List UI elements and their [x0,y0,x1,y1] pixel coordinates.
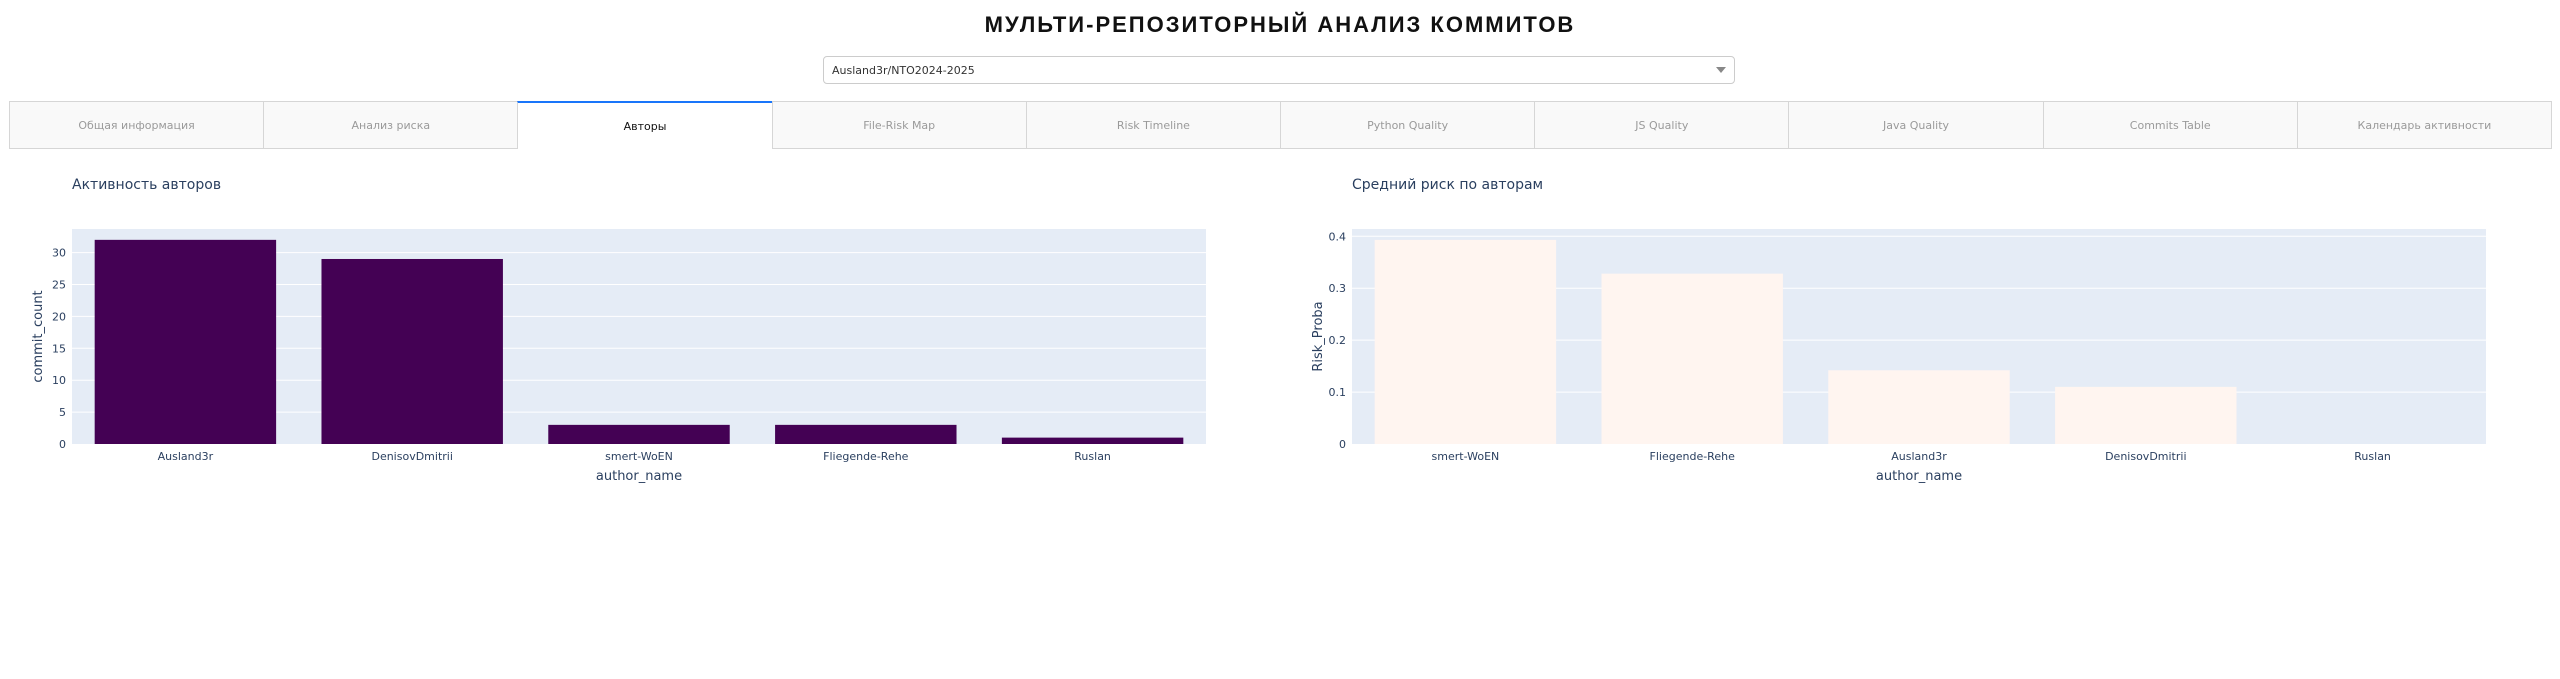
bar [548,424,730,444]
bar [94,239,277,444]
x-tick-label: DenisovDmitrii [2105,450,2186,463]
x-tick-label: DenisovDmitrii [371,450,452,463]
x-tick-label: Ausland3r [1891,450,1947,463]
bar [1001,437,1184,444]
bar [775,424,957,444]
x-tick-label: Fliegende-Rehe [823,450,909,463]
y-tick-label: 0.3 [1329,282,1347,295]
x-tick-label: Fliegende-Rehe [1650,450,1736,463]
y-tick-label: 0.4 [1329,230,1347,243]
tab-general-info[interactable]: Общая информация [9,101,265,149]
tab-risk-timeline[interactable]: Risk Timeline [1025,101,1282,149]
repo-dropdown-value: Ausland3r/NTO2024-2025 [832,64,975,77]
x-tick-label: Ruslan [1074,450,1111,463]
x-axis-title: author_name [1876,469,1962,484]
bar [1601,273,1783,444]
tab-authors[interactable]: Авторы [517,101,773,149]
tab-commits-table[interactable]: Commits Table [2042,101,2298,149]
chart-title: Активность авторов [72,177,221,193]
x-tick-label: Ausland3r [158,450,214,463]
y-tick-label: 25 [52,279,66,292]
y-axis-title: Risk_Proba [1311,301,1326,371]
x-axis-title: author_name [596,469,682,484]
y-tick-label: 10 [52,374,66,387]
y-tick-label: 0.2 [1329,334,1347,347]
x-tick-label: smert-WoEN [1432,450,1500,463]
author-risk-chart: Средний риск по авторам author_name Risk… [1280,165,2540,495]
y-tick-label: 20 [52,310,66,323]
bar [2055,386,2237,444]
y-tick-label: 5 [59,406,66,419]
tab-js-quality[interactable]: JS Quality [1534,101,1790,149]
author-activity-chart: Активность авторов author_name commit_co… [0,165,1260,495]
y-axis-title: commit_count [31,290,46,382]
tab-risk-analysis[interactable]: Анализ риска [263,101,519,149]
chart-title: Средний риск по авторам [1352,177,1543,193]
y-tick-label: 30 [52,247,66,260]
tab-activity-calendar[interactable]: Календарь активности [2296,101,2553,149]
tab-file-risk-map[interactable]: File-Risk Map [771,101,1027,149]
page-title: МУЛЬТИ-РЕПОЗИТОРНЫЙ АНАЛИЗ КОММИТОВ [984,12,1576,37]
chevron-down-icon[interactable] [1716,67,1726,73]
x-tick-label: Ruslan [2354,450,2391,463]
bar [321,258,503,444]
tab-java-quality[interactable]: Java Quality [1788,101,2044,149]
y-tick-label: 0 [1339,438,1346,451]
y-tick-label: 15 [52,342,66,355]
x-tick-label: smert-WoEN [605,450,673,463]
y-tick-label: 0 [59,438,66,451]
repo-dropdown[interactable]: Ausland3r/NTO2024-2025 [823,56,1735,84]
author-risk-svg: Средний риск по авторам author_name Risk… [1311,177,2486,484]
author-activity-svg: Активность авторов author_name commit_co… [31,177,1206,484]
tab-bar: Общая информация Анализ риска Авторы Fil… [9,101,2553,149]
y-tick-label: 0.1 [1329,386,1347,399]
bar [1828,370,2010,444]
bar [1374,239,1557,444]
tab-python-quality[interactable]: Python Quality [1280,101,1536,149]
